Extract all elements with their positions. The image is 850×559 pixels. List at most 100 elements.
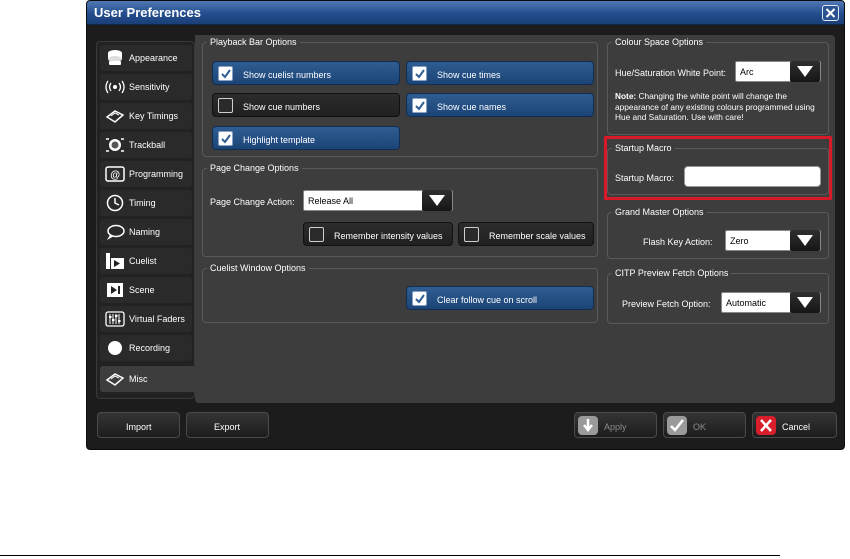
- scene-icon: [105, 281, 125, 299]
- sidebar-item-naming[interactable]: Naming: [100, 219, 192, 245]
- sidebar-item-label: Programming: [129, 169, 184, 179]
- toggle-label: Show cue times: [437, 70, 501, 80]
- toggle-label: Show cuelist numbers: [243, 70, 332, 80]
- toggle-label: Remember scale values: [489, 231, 586, 241]
- preferences-content: Playback Bar Options Show cuelist number…: [195, 35, 835, 403]
- white-point-label: Hue/Saturation White Point:: [615, 68, 727, 78]
- sensitivity-icon: [105, 78, 125, 96]
- show-cuelist-numbers-toggle[interactable]: Show cuelist numbers: [212, 61, 400, 85]
- flash-key-action-select[interactable]: Zero: [725, 230, 821, 251]
- sidebar-item-label: Misc: [129, 374, 148, 384]
- button-label: Apply: [604, 422, 627, 432]
- programming-icon: @: [105, 165, 125, 183]
- group-legend: Colour Space Options: [615, 37, 704, 47]
- chevron-down-icon: [790, 61, 820, 82]
- user-preferences-window: User Preferences Appearance Sensitivity …: [86, 0, 845, 450]
- checkbox-checked: [218, 131, 233, 146]
- page-divider-line: [0, 555, 780, 556]
- clear-follow-cue-on-scroll-toggle[interactable]: Clear follow cue on scroll: [406, 286, 594, 310]
- flash-key-action-label: Flash Key Action:: [643, 237, 713, 247]
- sidebar-item-cuelist[interactable]: Cuelist: [100, 248, 192, 274]
- sidebar-item-label: Trackball: [129, 140, 166, 150]
- sidebar-item-scene[interactable]: Scene: [100, 277, 192, 303]
- highlight-template-toggle[interactable]: Highlight template: [212, 126, 400, 150]
- faders-icon: [105, 310, 125, 328]
- checkbox-unchecked: [309, 227, 324, 242]
- select-value: Arc: [740, 67, 754, 77]
- sidebar-item-label: Timing: [129, 198, 156, 208]
- speech-bubble-icon: [105, 223, 125, 241]
- preview-fetch-option-label: Preview Fetch Option:: [622, 299, 711, 309]
- sidebar-item-misc[interactable]: Misc: [100, 366, 204, 392]
- misc-icon: [105, 370, 125, 388]
- remember-intensity-values-toggle[interactable]: Remember intensity values: [303, 222, 453, 246]
- check-icon: [221, 134, 231, 144]
- ok-button[interactable]: OK: [663, 412, 746, 438]
- key-timings-icon: [105, 107, 125, 125]
- cancel-icon: [756, 416, 776, 435]
- toggle-label: Clear follow cue on scroll: [437, 295, 538, 305]
- button-label: Import: [126, 422, 152, 432]
- cancel-button[interactable]: Cancel: [752, 412, 837, 438]
- button-label: Export: [214, 422, 241, 432]
- note-prefix: Note:: [615, 91, 637, 101]
- sidebar-item-label: Scene: [129, 285, 155, 295]
- show-cue-times-toggle[interactable]: Show cue times: [406, 61, 594, 85]
- chevron-down-icon: [790, 292, 820, 313]
- toggle-label: Show cue names: [437, 102, 507, 112]
- close-button[interactable]: [822, 5, 839, 21]
- group-legend: Page Change Options: [210, 163, 299, 173]
- sidebar-item-sensitivity[interactable]: Sensitivity: [100, 74, 192, 100]
- red-highlight-box: [604, 136, 832, 200]
- remember-scale-values-toggle[interactable]: Remember scale values: [458, 222, 594, 246]
- chevron-down-icon: [790, 230, 820, 251]
- group-legend: Grand Master Options: [615, 207, 704, 217]
- page-change-action-label: Page Change Action:: [210, 197, 295, 207]
- check-icon: [221, 69, 231, 79]
- toggle-label: Highlight template: [243, 135, 316, 145]
- select-value: Release All: [308, 196, 354, 206]
- check-icon: [415, 101, 425, 111]
- apply-icon: [578, 416, 598, 435]
- export-button[interactable]: Export: [186, 412, 269, 438]
- group-legend: CITP Preview Fetch Options: [615, 268, 729, 278]
- button-label: OK: [693, 422, 707, 432]
- sidebar-item-label: Virtual Faders: [129, 314, 185, 324]
- svg-text:@: @: [110, 170, 120, 181]
- checkbox-checked: [412, 66, 427, 81]
- checkbox-checked: [412, 98, 427, 113]
- white-point-select[interactable]: Arc: [735, 61, 821, 82]
- apply-button[interactable]: Apply: [574, 412, 657, 438]
- note-text: Changing the white point will change the…: [615, 91, 815, 122]
- sidebar-item-appearance[interactable]: Appearance: [100, 45, 192, 71]
- show-cue-numbers-toggle[interactable]: Show cue numbers: [212, 93, 400, 117]
- sidebar-item-label: Sensitivity: [129, 82, 170, 92]
- sidebar-item-label: Cuelist: [129, 256, 157, 266]
- checkbox-checked: [412, 291, 427, 306]
- window-title: User Preferences: [94, 5, 201, 20]
- sidebar-item-trackball[interactable]: Trackball: [100, 132, 192, 158]
- sidebar-item-programming[interactable]: @ Programming: [100, 161, 192, 187]
- group-legend: Cuelist Window Options: [210, 263, 306, 273]
- trackball-icon: [105, 136, 125, 154]
- toggle-label: Show cue numbers: [243, 102, 321, 112]
- sidebar-item-recording[interactable]: Recording: [100, 335, 192, 361]
- button-label: Cancel: [782, 422, 811, 432]
- sidebar-item-key-timings[interactable]: Key Timings: [100, 103, 192, 129]
- show-cue-names-toggle[interactable]: Show cue names: [406, 93, 594, 117]
- check-icon: [415, 294, 425, 304]
- clock-icon: [105, 194, 125, 212]
- sidebar-item-label: Naming: [129, 227, 161, 237]
- import-button[interactable]: Import: [97, 412, 180, 438]
- sidebar-item-label: Appearance: [129, 53, 178, 63]
- toggle-label: Remember intensity values: [334, 231, 443, 241]
- check-icon: [415, 69, 425, 79]
- close-icon: [825, 8, 836, 18]
- category-sidebar: Appearance Sensitivity Key Timings Track…: [96, 41, 204, 399]
- sidebar-item-timing[interactable]: Timing: [100, 190, 192, 216]
- chevron-down-icon: [422, 190, 452, 211]
- title-bar: User Preferences: [87, 1, 844, 25]
- page-change-action-select[interactable]: Release All: [303, 190, 453, 211]
- sidebar-item-virtual-faders[interactable]: Virtual Faders: [100, 306, 192, 332]
- preview-fetch-option-select[interactable]: Automatic: [721, 292, 821, 313]
